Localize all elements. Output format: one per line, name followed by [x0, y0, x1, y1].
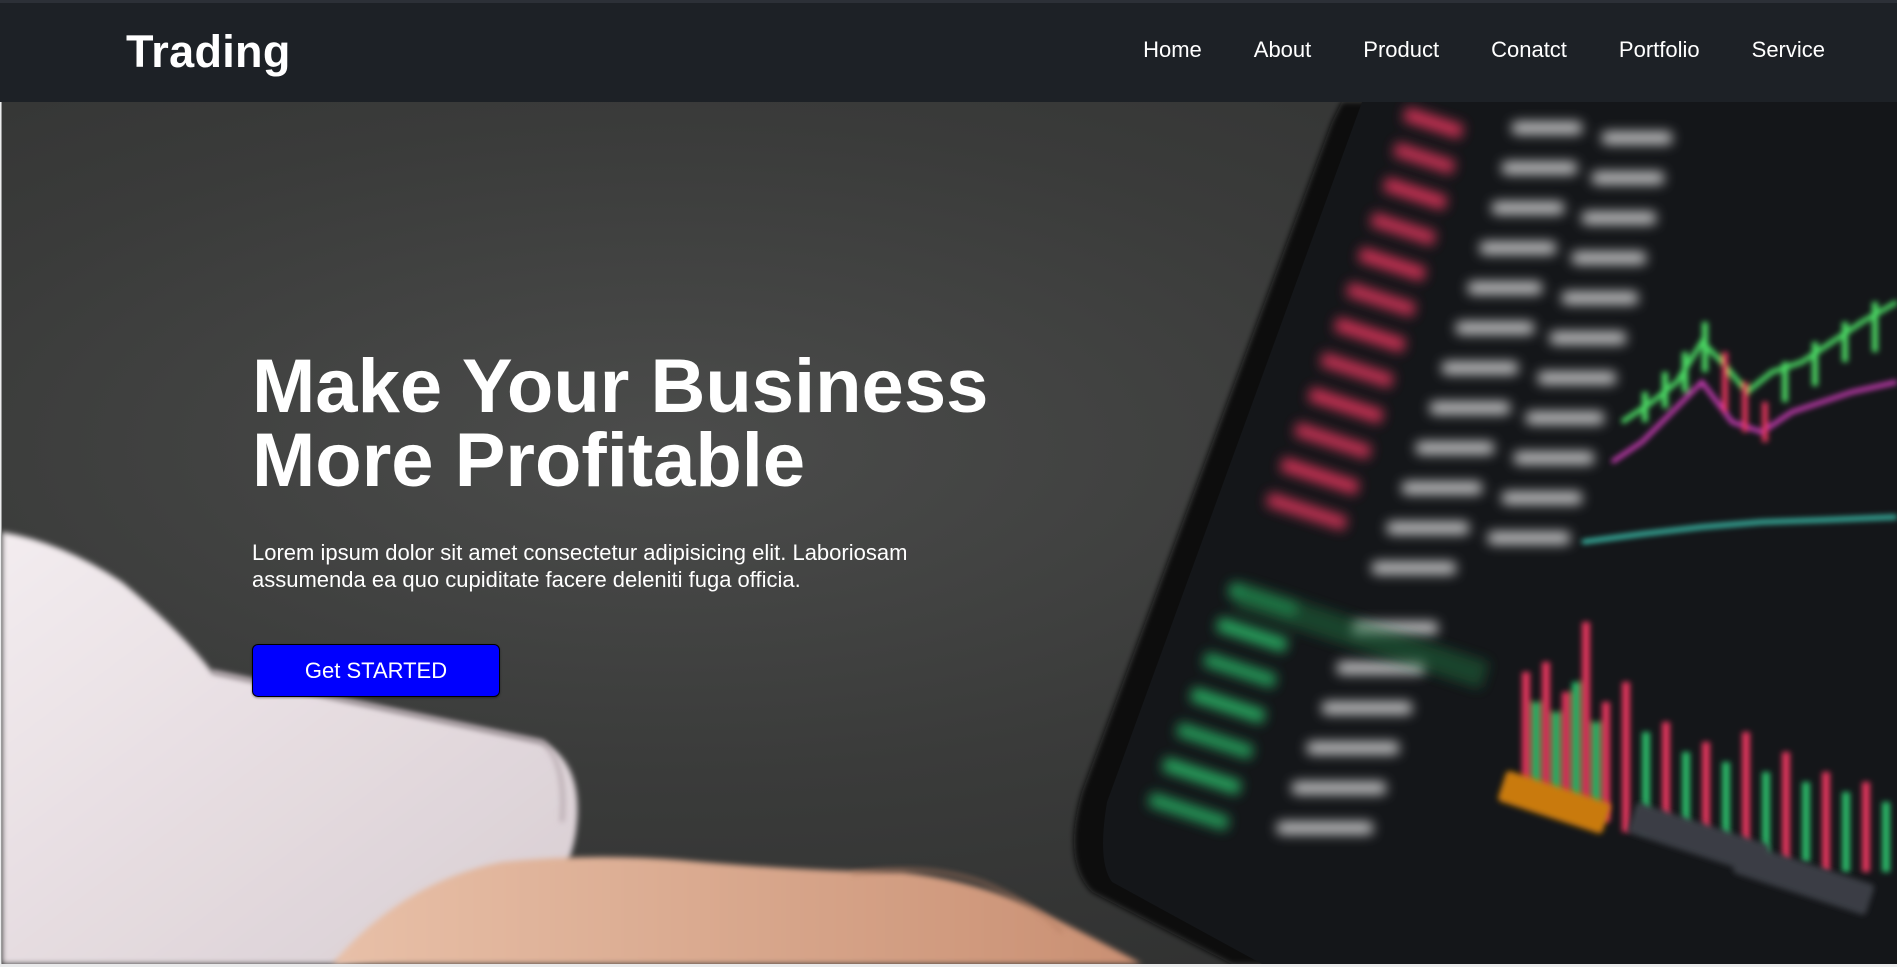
nav-link-portfolio[interactable]: Portfolio — [1619, 37, 1700, 63]
get-started-button[interactable]: Get STARTED — [252, 644, 500, 697]
nav-link-home[interactable]: Home — [1143, 37, 1202, 63]
hero-background-image — [2, 102, 1897, 964]
hero-title-line-2: More Profitable — [252, 418, 806, 503]
nav-links: Home About Product Conatct Portfolio Ser… — [1091, 37, 1825, 63]
hero-section: Make Your Business More Profitable Lorem… — [1, 102, 1897, 964]
hero-title-line-1: Make Your Business — [252, 344, 989, 429]
navbar: Trading Home About Product Conatct Portf… — [0, 0, 1897, 102]
hero-description: Lorem ipsum dolor sit amet consectetur a… — [252, 540, 908, 592]
nav-link-product[interactable]: Product — [1363, 37, 1439, 63]
brand-logo[interactable]: Trading — [126, 26, 291, 78]
nav-link-about[interactable]: About — [1254, 37, 1312, 63]
hero-title: Make Your Business More Profitable — [252, 344, 1152, 503]
nav-link-service[interactable]: Service — [1752, 37, 1825, 63]
nav-link-contact[interactable]: Conatct — [1491, 37, 1567, 63]
